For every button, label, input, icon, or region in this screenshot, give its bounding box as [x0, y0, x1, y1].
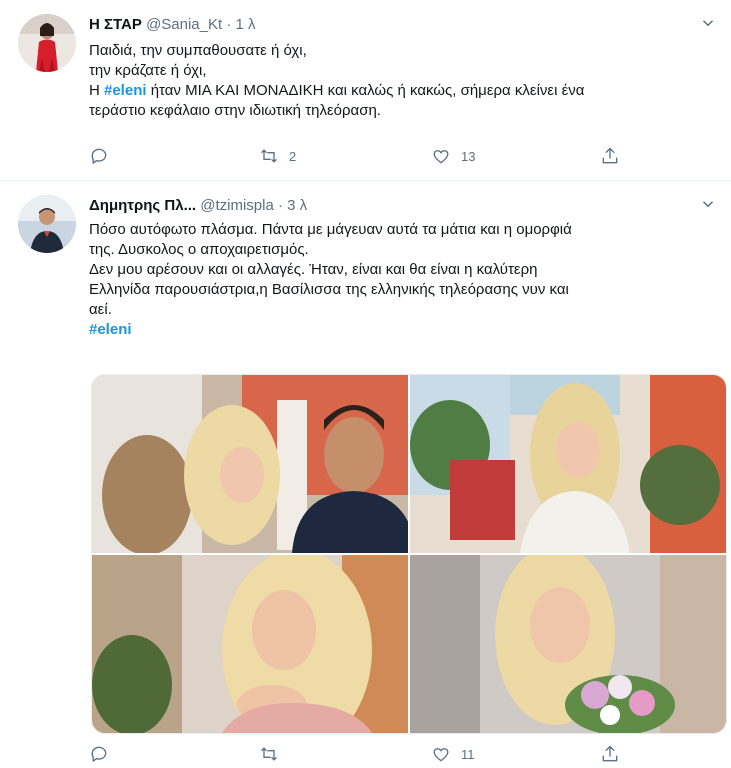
photo[interactable] — [410, 375, 726, 553]
tweet-text: Πόσο αυτόφωτο πλάσμα. Πάντα με μάγευαν α… — [89, 220, 715, 340]
timestamp[interactable]: 3 λ — [287, 197, 307, 214]
like-count: 11 — [461, 746, 475, 762]
photo-image — [92, 375, 408, 553]
share-icon — [602, 745, 618, 762]
share-button[interactable] — [600, 744, 620, 764]
photo-image — [410, 555, 726, 733]
retweet-count: 2 — [289, 148, 297, 164]
handle[interactable]: @Sania_Kt — [146, 16, 222, 33]
retweet-button[interactable]: 2 — [259, 146, 296, 166]
tweet-text-line: Η #eleni ήταν ΜΙΑ ΚΑΙ ΜΟΝΑΔΙΚΗ και καλώς… — [89, 81, 715, 101]
hashtag-link[interactable]: #eleni — [89, 320, 715, 340]
photo[interactable] — [92, 375, 408, 553]
tweet-header: Δημητρης Πλ... @tzimispla · 3 λ — [89, 197, 691, 217]
handle[interactable]: @tzimispla — [200, 197, 274, 214]
tweet-text-line: αεί. — [89, 301, 112, 318]
tweet-text-line: Πόσο αυτόφωτο πλάσμα. Πάντα με μάγευαν α… — [89, 221, 572, 238]
reply-icon — [91, 746, 107, 762]
tweet-text: Παιδιά, την συμπαθουσατε ή όχι, την κράζ… — [89, 41, 715, 121]
avatar[interactable] — [18, 14, 76, 72]
avatar-image — [18, 14, 76, 72]
retweet-icon — [261, 149, 277, 163]
like-button[interactable]: 13 — [431, 146, 475, 166]
display-name[interactable]: Δημητρης Πλ... — [89, 197, 196, 214]
tweet-header: Η ΣΤΑΡ @Sania_Kt · 1 λ — [89, 16, 691, 36]
photo[interactable] — [92, 555, 408, 733]
line-suffix: ήταν ΜΙΑ ΚΑΙ ΜΟΝΑΔΙΚΗ και καλώς ή κακώς,… — [146, 82, 585, 99]
separator: · — [226, 16, 232, 33]
photo[interactable] — [410, 555, 726, 733]
separator: · — [278, 197, 283, 214]
retweet-icon — [261, 747, 277, 761]
tweet-actions: 2 13 — [89, 146, 629, 168]
tweet-text-line: Δεν μου αρέσουν και οι αλλαγές. Ήταν, εί… — [89, 261, 538, 278]
share-button[interactable] — [600, 146, 620, 166]
reply-icon — [91, 148, 107, 164]
display-name[interactable]: Η ΣΤΑΡ — [89, 16, 142, 33]
tweet-text-line: τεράστιο κεφάλαιο στην ιδιωτική τηλεόρασ… — [89, 102, 381, 119]
avatar[interactable] — [18, 195, 76, 253]
like-count: 13 — [461, 148, 476, 164]
reply-button[interactable] — [89, 146, 109, 166]
photo-image — [410, 375, 726, 553]
heart-icon — [433, 748, 449, 762]
tweet[interactable]: Η ΣΤΑΡ @Sania_Kt · 1 λ Παιδιά, την συμπα… — [0, 0, 731, 181]
tweet-actions: 11 — [89, 744, 629, 766]
tweet-text-line: την κράζατε ή όχι, — [89, 62, 207, 79]
avatar-image — [18, 195, 76, 253]
line-prefix: Η — [89, 82, 104, 99]
tweet-text-line: της. Δυσκολος ο αποχαιρετισμός. — [89, 241, 309, 258]
retweet-button[interactable] — [259, 744, 289, 764]
like-button[interactable]: 11 — [431, 744, 475, 764]
tweet-text-line: Παιδιά, την συμπαθουσατε ή όχι, — [89, 42, 307, 59]
chevron-down-icon[interactable] — [699, 14, 717, 32]
chevron-down-icon[interactable] — [699, 195, 717, 213]
reply-button[interactable] — [89, 744, 109, 764]
share-icon — [602, 147, 618, 164]
tweet-text-line: Ελληνίδα παρουσιάστρια,η Βασίλισσα της ε… — [89, 281, 569, 298]
media-grid — [91, 374, 727, 734]
hashtag-link[interactable]: #eleni — [104, 82, 147, 99]
heart-icon — [433, 150, 449, 164]
photo-image — [92, 555, 408, 733]
tweet[interactable]: Δημητρης Πλ... @tzimispla · 3 λ Πόσο αυτ… — [0, 181, 731, 768]
timestamp[interactable]: 1 λ — [236, 16, 256, 33]
